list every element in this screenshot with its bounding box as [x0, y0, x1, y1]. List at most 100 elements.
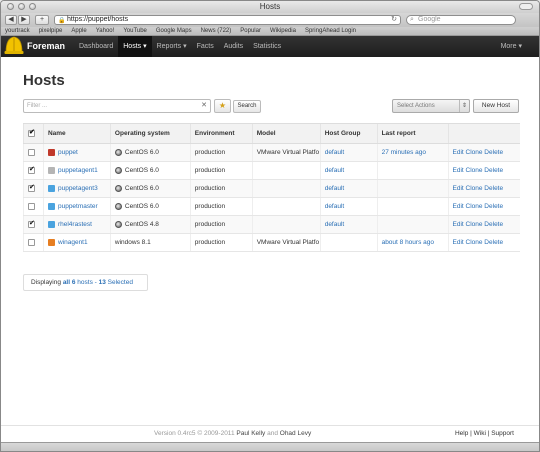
bookmark-item[interactable]: SpringAhead Login	[305, 27, 356, 35]
nav-facts[interactable]: Facts	[192, 36, 219, 57]
table-row: puppetagent3 CentOS 6.0 production default E…	[23, 179, 520, 198]
filter-input[interactable]: Filter ... ✕	[23, 99, 211, 113]
status-selected-count: 13	[98, 279, 106, 286]
last-report-cell	[376, 161, 449, 180]
table-row: puppet CentOS 6.0 production VMware Virtual…	[23, 143, 520, 162]
select-actions-dropdown[interactable]: Select Actions ⇕	[392, 99, 470, 113]
bookmark-item[interactable]: Popular	[240, 27, 261, 35]
centos-icon	[114, 220, 122, 228]
select-all-header	[23, 123, 44, 144]
actions-cell: Edit Clone Delete	[447, 233, 520, 252]
last-report-link[interactable]: 27 minutes ago	[382, 149, 426, 156]
column-header[interactable]: Host Group	[319, 123, 378, 144]
row-checkbox[interactable]	[28, 148, 35, 156]
address-bar[interactable]: 🔒 https://puppet/hosts ↻	[54, 15, 401, 25]
main-nav: Dashboard Hosts ▾ Reports ▾ Facts Audits…	[74, 36, 286, 57]
clear-filter-icon[interactable]: ✕	[201, 100, 207, 112]
environment-cell: production	[189, 233, 253, 252]
row-checkbox[interactable]	[28, 165, 35, 174]
bookmark-item[interactable]: pixelpipe	[39, 27, 63, 35]
hostgroup-link[interactable]: default	[325, 167, 345, 174]
new-host-button[interactable]: New Host	[473, 99, 519, 113]
host-name-link[interactable]: puppetmaster	[58, 203, 98, 210]
nav-dashboard[interactable]: Dashboard	[74, 36, 118, 57]
environment-cell: production	[189, 215, 253, 234]
column-header[interactable]: Environment	[189, 123, 253, 144]
version-info: Version 0.4rc5 © 2009-2011 Paul Kelly an…	[154, 426, 311, 442]
bookmark-item[interactable]: News (722)	[201, 27, 232, 35]
status-all-count[interactable]: all 6	[63, 279, 76, 286]
minimize-window-button[interactable]	[18, 3, 25, 10]
status-mid: hosts -	[77, 279, 97, 286]
row-actions-links[interactable]: Edit Clone Delete	[453, 239, 504, 246]
nav-hosts[interactable]: Hosts ▾	[118, 36, 152, 57]
os-text: CentOS 6.0	[124, 185, 159, 193]
reload-icon[interactable]: ↻	[391, 16, 397, 24]
row-actions-links[interactable]: Edit Clone Delete	[453, 221, 504, 228]
actions-cell: Edit Clone Delete	[447, 197, 520, 216]
nav-reports[interactable]: Reports ▾	[152, 36, 192, 57]
actions-cell: Edit Clone Delete	[447, 161, 520, 180]
bookmark-item[interactable]: YouTube	[123, 27, 147, 35]
foreman-helmet-logo[interactable]	[4, 30, 24, 56]
toolbar-toggle-button[interactable]	[519, 3, 533, 10]
bookmark-item[interactable]: Google Maps	[156, 27, 192, 35]
host-name-cell: winagent1	[42, 233, 111, 252]
host-name-cell: rhel4rastest	[42, 215, 111, 234]
host-name-link[interactable]: rhel4rastest	[58, 221, 92, 228]
host-name-link[interactable]: winagent1	[58, 239, 88, 246]
row-checkbox[interactable]	[28, 202, 35, 210]
column-header[interactable]: Last report	[376, 123, 449, 144]
column-header[interactable]: Model	[251, 123, 321, 144]
column-header[interactable]: Operating system	[109, 123, 191, 144]
host-status-icon	[47, 184, 55, 192]
bookmark-item[interactable]: Apple	[71, 27, 86, 35]
url-text: https://puppet/hosts	[67, 16, 129, 23]
nav-more[interactable]: More ▾	[501, 36, 522, 57]
hostgroup-link[interactable]: default	[325, 203, 345, 210]
hostgroup-link[interactable]: default	[325, 221, 345, 228]
close-window-button[interactable]	[7, 3, 14, 10]
bookmark-search-button[interactable]: ★	[214, 99, 231, 113]
row-actions-links[interactable]: Edit Clone Delete	[453, 149, 504, 156]
os-text: windows 8.1	[114, 239, 151, 246]
nav-statistics[interactable]: Statistics	[248, 36, 286, 57]
dropdown-arrows-icon: ⇕	[458, 100, 467, 112]
bookmark-item[interactable]: Yahoo!	[96, 27, 115, 35]
hostgroup-link[interactable]: default	[325, 185, 345, 192]
nav-audits[interactable]: Audits	[219, 36, 248, 57]
zoom-window-button[interactable]	[29, 3, 36, 10]
column-header[interactable]: Name	[42, 123, 111, 144]
add-bookmark-button[interactable]: +	[35, 15, 49, 25]
forward-button[interactable]: ▶	[18, 15, 30, 25]
host-status-icon	[47, 238, 55, 246]
status-bar	[1, 442, 539, 451]
back-button[interactable]: ◀	[5, 15, 17, 25]
row-checkbox[interactable]	[28, 219, 35, 228]
model-cell: VMware Virtual Platfo	[251, 143, 321, 162]
row-actions-links[interactable]: Edit Clone Delete	[453, 167, 504, 174]
search-button[interactable]: Search	[233, 100, 261, 113]
select-all-checkbox[interactable]	[28, 128, 35, 137]
bookmark-item[interactable]: Wikipedia	[270, 27, 296, 35]
search-field[interactable]: ⌕ Google	[406, 15, 516, 25]
host-name-link[interactable]: puppet	[58, 149, 78, 156]
host-name-link[interactable]: puppetagent3	[58, 185, 98, 192]
title-bar: Hosts	[1, 1, 539, 13]
host-name-link[interactable]: puppetagent1	[58, 167, 98, 174]
row-checkbox[interactable]	[28, 238, 35, 246]
row-actions-links[interactable]: Edit Clone Delete	[453, 203, 504, 210]
last-report-link[interactable]: about 8 hours ago	[382, 239, 434, 246]
brand-name[interactable]: Foreman	[27, 36, 65, 57]
row-checkbox[interactable]	[28, 183, 35, 192]
row-actions-links[interactable]: Edit Clone Delete	[453, 185, 504, 192]
author-link[interactable]: Paul Kelly	[236, 430, 265, 437]
hostgroup-link[interactable]: default	[325, 149, 345, 156]
model-cell	[251, 215, 321, 234]
browser-window: Hosts ◀ ▶ + 🔒 https://puppet/hosts ↻ ⌕ G…	[0, 0, 540, 452]
footer-links[interactable]: Help | Wiki | Support	[455, 426, 514, 442]
hosts-table: Name Operating system Environment Model …	[23, 123, 520, 252]
last-report-cell: 27 minutes ago	[376, 143, 449, 162]
author-link[interactable]: Ohad Levy	[280, 430, 311, 437]
status-suffix[interactable]: Selected	[108, 279, 133, 286]
